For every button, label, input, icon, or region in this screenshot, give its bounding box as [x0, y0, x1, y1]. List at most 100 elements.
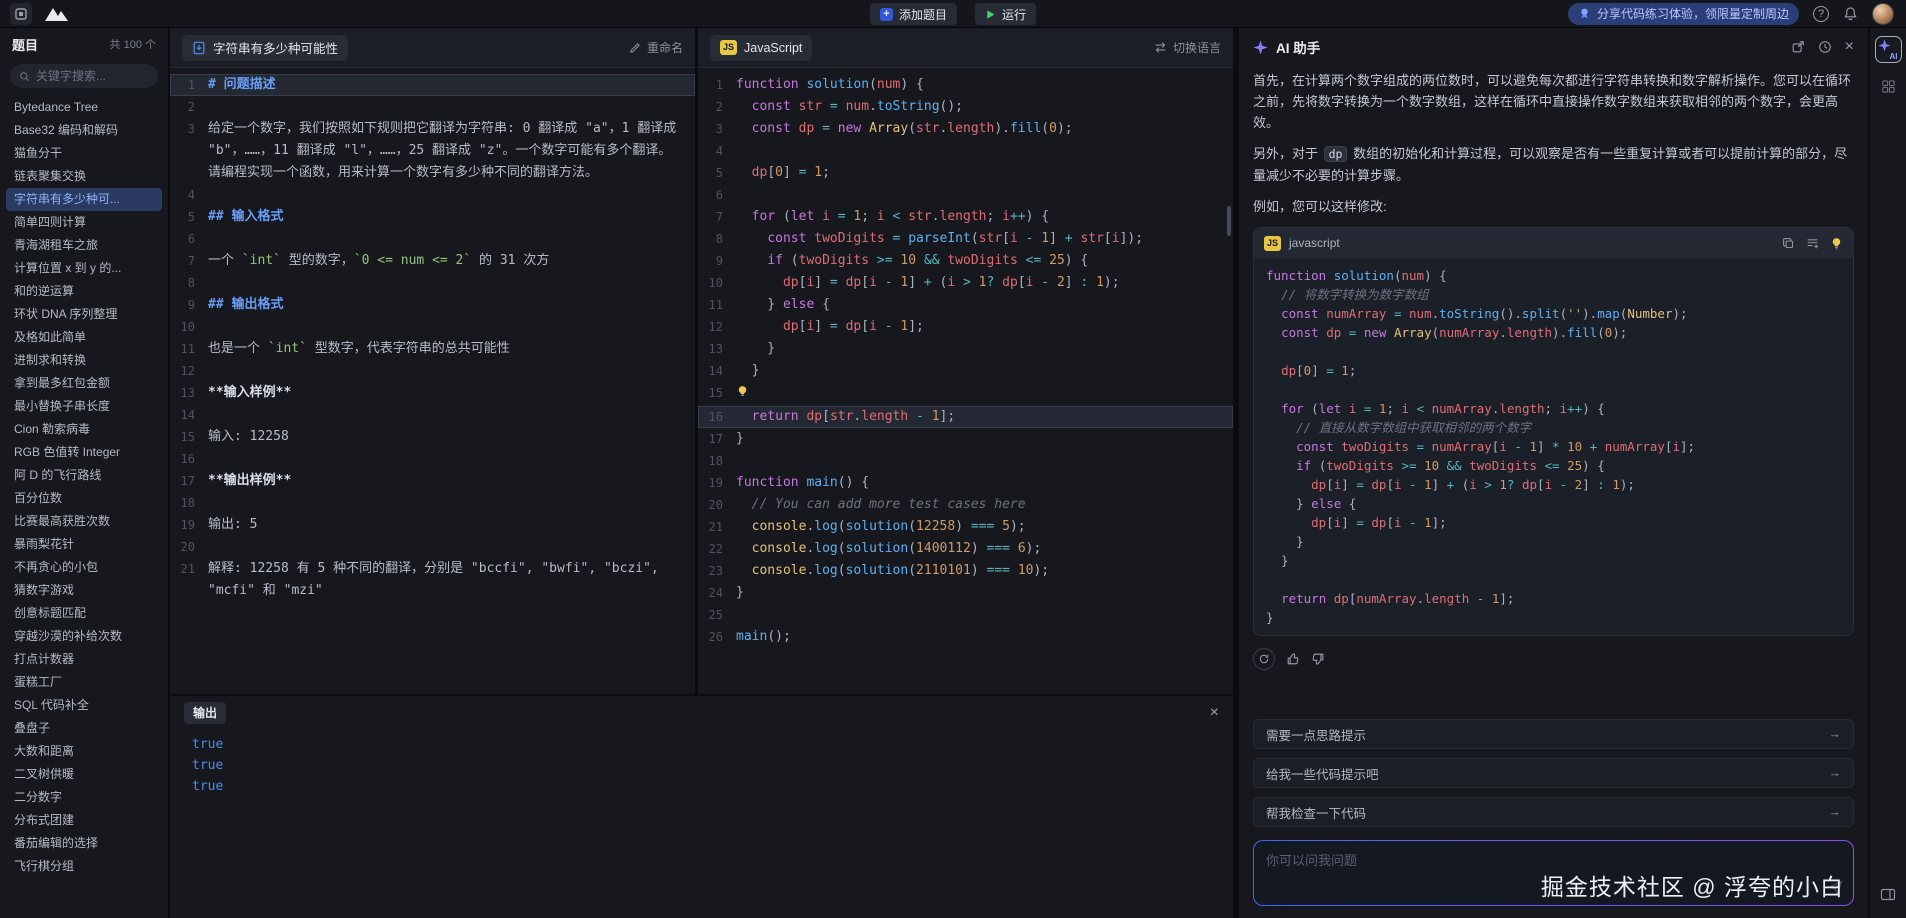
sidebar-item[interactable]: 进制求和转换: [6, 349, 162, 372]
panel-toggle-icon[interactable]: [1880, 887, 1896, 906]
code-line[interactable]: 2 const str = num.toString();: [698, 96, 1233, 118]
app-logo[interactable]: [10, 3, 32, 25]
code-line[interactable]: 9 if (twoDigits >= 10 && twoDigits <= 25…: [698, 250, 1233, 272]
code-line[interactable]: 17}: [698, 428, 1233, 450]
avatar[interactable]: [1872, 3, 1894, 25]
sidebar-item[interactable]: 计算位置 x 到 y 的...: [6, 257, 162, 280]
sidebar-item[interactable]: 环状 DNA 序列整理: [6, 303, 162, 326]
sidebar-item[interactable]: 链表聚集交换: [6, 165, 162, 188]
rename-button[interactable]: 重命名: [629, 39, 683, 56]
problem-line[interactable]: 21解释: 12258 有 5 种不同的翻译，分别是 "bccfi", "bwf…: [170, 558, 695, 602]
problem-line[interactable]: 6: [170, 228, 695, 250]
code-line[interactable]: 3 const dp = new Array(str.length).fill(…: [698, 118, 1233, 140]
ai-code-lines[interactable]: function solution(num) { // 将数字转换为数字数组 c…: [1254, 258, 1853, 635]
sidebar-item[interactable]: 分布式团建: [6, 809, 162, 832]
sidebar-item[interactable]: 阿 D 的飞行路线: [6, 464, 162, 487]
problem-line[interactable]: 12: [170, 360, 695, 382]
code-line[interactable]: 24}: [698, 582, 1233, 604]
code-line[interactable]: 8 const twoDigits = parseInt(str[i - 1] …: [698, 228, 1233, 250]
problem-line[interactable]: 3给定一个数字，我们按照如下规则把它翻译为字符串: 0 翻译成 "a"，1 翻译…: [170, 118, 695, 184]
ai-suggestion[interactable]: 给我一些代码提示吧: [1253, 758, 1854, 788]
code-line[interactable]: 12 dp[i] = dp[i - 1];: [698, 316, 1233, 338]
regenerate-icon[interactable]: [1253, 648, 1275, 670]
sidebar-item[interactable]: 二分数字: [6, 786, 162, 809]
sidebar-item[interactable]: 番茄编辑的选择: [6, 832, 162, 855]
send-icon[interactable]: [1828, 880, 1843, 898]
help-icon[interactable]: [1813, 6, 1829, 22]
problem-editor[interactable]: 1# 问题描述23给定一个数字，我们按照如下规则把它翻译为字符串: 0 翻译成 …: [170, 68, 695, 694]
problem-line[interactable]: 17**输出样例**: [170, 470, 695, 492]
problem-line[interactable]: 10: [170, 316, 695, 338]
search-box[interactable]: [10, 64, 158, 88]
code-scrollbar[interactable]: [1227, 206, 1231, 236]
code-line[interactable]: 23 console.log(solution(2110101) === 10)…: [698, 560, 1233, 582]
ai-close-icon[interactable]: [1845, 39, 1854, 55]
problem-line[interactable]: 9## 输出格式: [170, 294, 695, 316]
add-problem-button[interactable]: 添加题目: [870, 3, 957, 25]
apps-icon[interactable]: [1881, 79, 1896, 97]
sidebar-item[interactable]: 拿到最多红包金额: [6, 372, 162, 395]
sidebar-item[interactable]: 猫鱼分干: [6, 142, 162, 165]
bell-icon[interactable]: [1843, 6, 1858, 21]
sidebar-item[interactable]: 暴雨梨花针: [6, 533, 162, 556]
problem-line[interactable]: 20: [170, 536, 695, 558]
sidebar-item[interactable]: 飞行棋分组: [6, 855, 162, 878]
problem-line[interactable]: 7一个 `int` 型的数字，`0 <= num <= 2` 的 31 次方: [170, 250, 695, 272]
lightbulb-icon[interactable]: [1830, 237, 1843, 250]
code-line[interactable]: 11 } else {: [698, 294, 1233, 316]
code-line[interactable]: 5 dp[0] = 1;: [698, 162, 1233, 184]
sidebar-item[interactable]: Cion 勒索病毒: [6, 418, 162, 441]
code-line[interactable]: 1function solution(num) {: [698, 74, 1233, 96]
code-line[interactable]: 14 }: [698, 360, 1233, 382]
sidebar-item[interactable]: 创意标题匹配: [6, 602, 162, 625]
thumbs-up-icon[interactable]: [1286, 652, 1300, 666]
code-line[interactable]: 22 console.log(solution(1400112) === 6);: [698, 538, 1233, 560]
share-badge[interactable]: 分享代码练习体验，领限量定制周边: [1568, 3, 1799, 25]
problem-line[interactable]: 16: [170, 448, 695, 470]
code-line[interactable]: 26main();: [698, 626, 1233, 648]
code-line[interactable]: 6: [698, 184, 1233, 206]
sidebar-item[interactable]: 打点计数器: [6, 648, 162, 671]
sidebar-item[interactable]: 二叉树供暖: [6, 763, 162, 786]
sidebar-item[interactable]: 百分位数: [6, 487, 162, 510]
code-line[interactable]: 16 return dp[str.length - 1];: [698, 406, 1233, 428]
sidebar-item[interactable]: Bytedance Tree: [6, 96, 162, 119]
code-action-lightbulb-icon[interactable]: [736, 384, 751, 406]
sidebar-item[interactable]: 及格如此简单: [6, 326, 162, 349]
problem-line[interactable]: 8: [170, 272, 695, 294]
problem-line[interactable]: 11也是一个 `int` 型数字，代表字符串的总共可能性: [170, 338, 695, 360]
ai-assistant-icon[interactable]: AI: [1875, 36, 1902, 63]
code-editor[interactable]: 1function solution(num) {2 const str = n…: [698, 68, 1233, 694]
export-icon[interactable]: [1791, 40, 1805, 54]
problem-line[interactable]: 14: [170, 404, 695, 426]
code-line[interactable]: 7 for (let i = 1; i < str.length; i++) {: [698, 206, 1233, 228]
problem-line[interactable]: 18: [170, 492, 695, 514]
thumbs-down-icon[interactable]: [1311, 652, 1325, 666]
sidebar-item[interactable]: SQL 代码补全: [6, 694, 162, 717]
problem-title-chip[interactable]: 字符串有多少种可能性: [182, 35, 348, 61]
problem-line[interactable]: 1# 问题描述: [170, 74, 695, 96]
problem-line[interactable]: 4: [170, 184, 695, 206]
sidebar-item[interactable]: 简单四则计算: [6, 211, 162, 234]
insert-code-icon[interactable]: [1806, 237, 1819, 250]
language-tab[interactable]: JS JavaScript: [710, 35, 812, 61]
code-line[interactable]: 25: [698, 604, 1233, 626]
problem-line[interactable]: 13**输入样例**: [170, 382, 695, 404]
output-tab[interactable]: 输出: [184, 702, 226, 724]
code-line[interactable]: 21 console.log(solution(12258) === 5);: [698, 516, 1233, 538]
sidebar-item[interactable]: 和的逆运算: [6, 280, 162, 303]
output-close-icon[interactable]: [1210, 705, 1219, 721]
ai-input-box[interactable]: [1253, 840, 1854, 906]
sidebar-item[interactable]: Base32 编码和解码: [6, 119, 162, 142]
sidebar-item[interactable]: 叠盘子: [6, 717, 162, 740]
sidebar-item[interactable]: 穿越沙漠的补给次数: [6, 625, 162, 648]
sidebar-item[interactable]: 比赛最高获胜次数: [6, 510, 162, 533]
problem-line[interactable]: 5## 输入格式: [170, 206, 695, 228]
code-line[interactable]: 13 }: [698, 338, 1233, 360]
code-line[interactable]: 10 dp[i] = dp[i - 1] + (i > 1? dp[i - 2]…: [698, 272, 1233, 294]
copy-icon[interactable]: [1782, 237, 1795, 250]
ai-question-input[interactable]: [1266, 850, 1795, 896]
code-line[interactable]: 4: [698, 140, 1233, 162]
sidebar-item[interactable]: 蛋糕工厂: [6, 671, 162, 694]
code-line[interactable]: 20 // You can add more test cases here: [698, 494, 1233, 516]
